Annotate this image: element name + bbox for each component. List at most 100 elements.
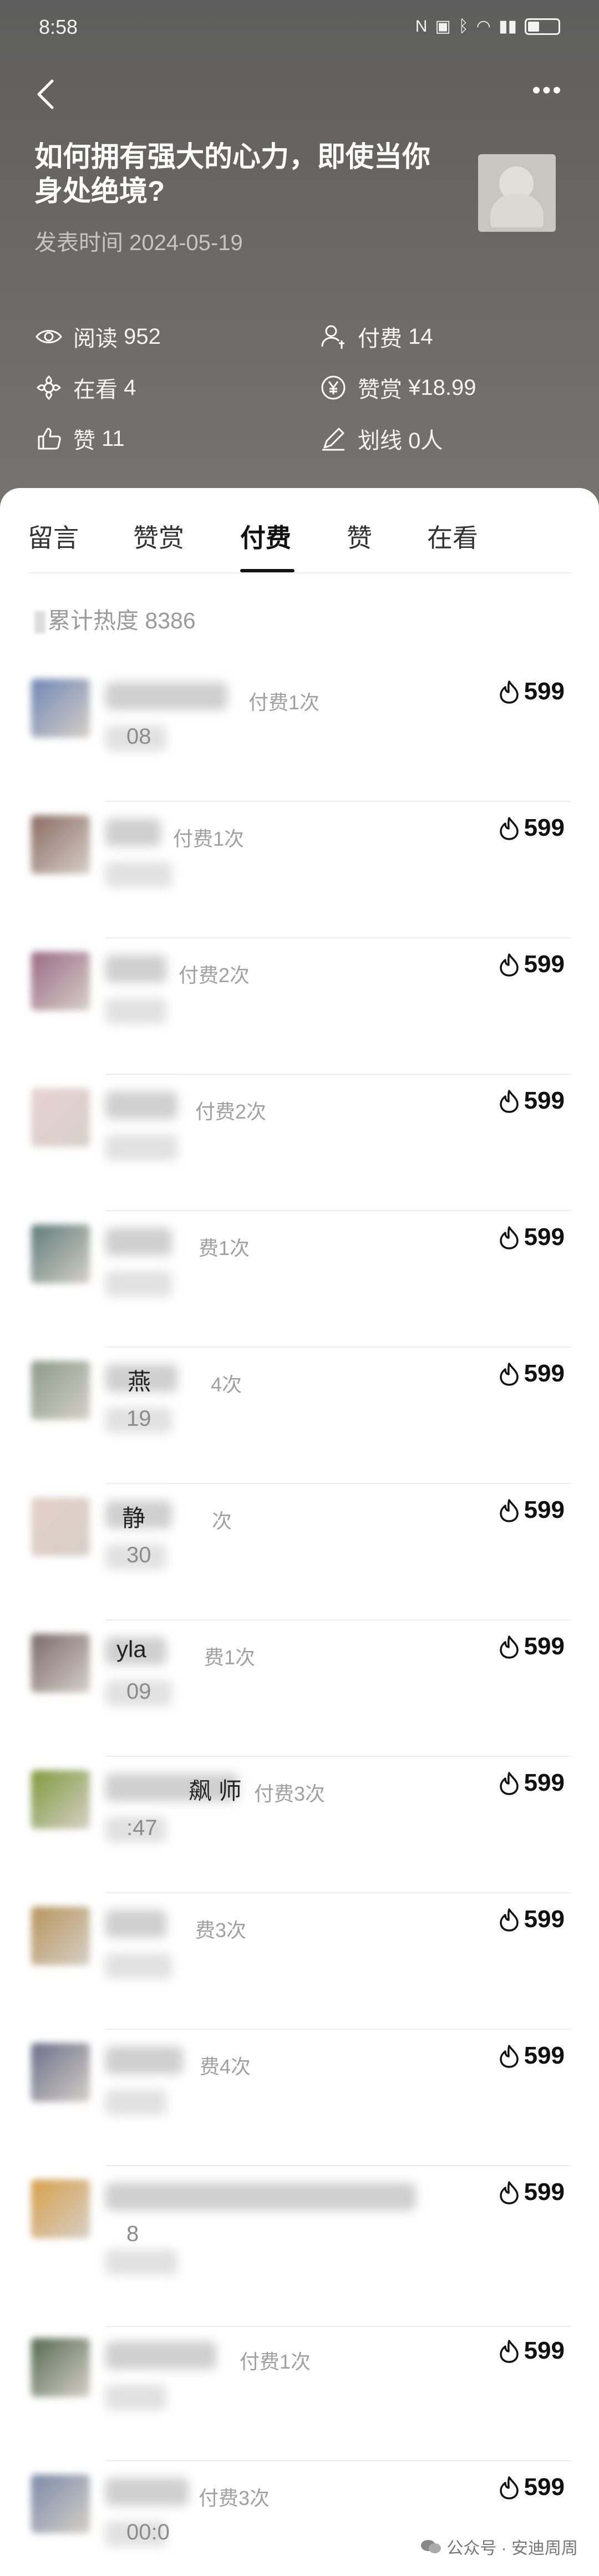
flame-icon (499, 1635, 519, 1659)
heat-score-value: 599 (524, 1769, 565, 1796)
username-fragment: 静 (122, 1505, 146, 1531)
stat-reward: 赞赏 ¥18.99 (319, 372, 476, 404)
pay-time: 19 (126, 1406, 151, 1431)
heat-score-value: 599 (524, 1633, 565, 1660)
back-icon[interactable] (32, 78, 60, 111)
avatar[interactable] (31, 2179, 90, 2238)
pay-count: 付费2次 (195, 1100, 267, 1123)
heat-score: 599 (499, 678, 565, 705)
more-icon[interactable]: ••• (529, 78, 566, 104)
avatar[interactable] (31, 1088, 90, 1147)
article-header: 8:58 N ▣ ᛒ ◠ ▮▮ ••• 如何拥有强大的心力，即使当你身处绝境? … (0, 0, 599, 516)
avatar[interactable] (31, 815, 90, 874)
pay-count: 费4次 (200, 2055, 251, 2078)
heat-score-value: 599 (524, 951, 565, 978)
list-item[interactable]: 费3次 599 (0, 1893, 599, 2030)
heat-score-value: 599 (524, 2473, 565, 2501)
pay-time: 00:0 (126, 2520, 170, 2544)
heat-score: 599 (499, 1906, 565, 1933)
blurred-username (105, 819, 161, 846)
stat-read: 阅读 952 (34, 321, 161, 353)
blurred-username (105, 1228, 172, 1256)
eye-icon (35, 330, 62, 343)
blurred-time (105, 1953, 172, 1979)
heat-score: 599 (499, 1360, 565, 1388)
blurred-username (105, 1910, 166, 1938)
vibrate-icon: ▣ (435, 17, 451, 35)
blurred-username (105, 955, 166, 983)
blurred-username (105, 682, 227, 710)
flame-icon (499, 2181, 519, 2204)
list-item[interactable]: 付费1次 599 (0, 802, 599, 938)
status-icons: N ▣ ᛒ ◠ ▮▮ (415, 17, 560, 36)
tab-likes[interactable]: 赞 (347, 518, 372, 555)
tab-divider (28, 572, 571, 573)
flame-icon (499, 2340, 519, 2363)
pay-count: 付费1次 (173, 827, 245, 850)
list-item[interactable]: 费1次 599 (0, 1211, 599, 1348)
avatar[interactable] (31, 1361, 90, 1420)
list-item[interactable]: 付费2次 599 (0, 1075, 599, 1211)
avatar[interactable] (31, 2475, 90, 2533)
flame-icon (499, 1772, 519, 1795)
stat-pay: 付费 14 (319, 321, 433, 353)
list-item[interactable]: 燕 4次 19 599 (0, 1348, 599, 1484)
avatar[interactable] (31, 952, 90, 1010)
blurred-time (105, 2090, 166, 2115)
flame-icon (499, 1090, 519, 1113)
heat-score: 599 (499, 951, 565, 978)
heat-score: 599 (499, 1223, 565, 1251)
flame-icon (499, 1908, 519, 1932)
blurred-time (105, 2249, 177, 2275)
list-item[interactable]: 费4次 599 (0, 2030, 599, 2166)
blurred-time (105, 1135, 177, 1160)
heat-score: 599 (499, 1633, 565, 1660)
article-thumbnail (478, 154, 556, 232)
flower-icon (36, 375, 62, 400)
list-item[interactable]: yla 费1次 09 599 (0, 1620, 599, 1757)
tab-paid[interactable]: 付费 (240, 518, 291, 555)
heat-score-value: 599 (524, 1360, 565, 1387)
tab-rewards[interactable]: 赞赏 (133, 518, 184, 555)
pay-count: 4次 (211, 1373, 242, 1396)
flame-icon (499, 2476, 519, 2499)
pay-count: 费3次 (195, 1919, 247, 1942)
list-item[interactable]: 付费1次 08 599 (0, 665, 599, 802)
flame-icon (499, 2045, 519, 2068)
flame-icon (499, 817, 519, 840)
avatar[interactable] (31, 2043, 90, 2102)
heat-score: 599 (499, 2178, 565, 2206)
list-item[interactable]: 付费1次 599 (0, 2325, 599, 2461)
avatar[interactable] (31, 1497, 90, 1556)
publish-time: 发表时间 2024-05-19 (34, 231, 243, 255)
heat-score-value: 599 (524, 1906, 565, 1933)
heat-score: 599 (499, 2473, 565, 2501)
status-bar: 8:58 N ▣ ᛒ ◠ ▮▮ (0, 0, 599, 55)
nfc-icon: N (415, 17, 428, 35)
stat-like: 赞 11 (34, 423, 125, 455)
heat-score: 599 (499, 814, 565, 842)
avatar[interactable] (31, 1770, 90, 1829)
avatar[interactable] (31, 1907, 90, 1965)
heat-score-value: 599 (524, 2178, 565, 2206)
heat-score: 599 (499, 1496, 565, 1524)
heat-score-value: 599 (524, 1496, 565, 1523)
blurred-time (105, 2385, 166, 2410)
avatar[interactable] (31, 1225, 90, 1283)
heat-score: 599 (499, 1087, 565, 1115)
blurred-time (105, 998, 166, 1024)
flame-icon (499, 1499, 519, 1522)
list-item[interactable]: 付费2次 599 (0, 938, 599, 1075)
heat-score-value: 599 (524, 678, 565, 705)
tab-watching[interactable]: 在看 (427, 518, 478, 555)
avatar[interactable] (31, 679, 90, 738)
heat-total: 累计热度 8386 (34, 602, 196, 635)
heat-score: 599 (499, 2042, 565, 2070)
tab-comments[interactable]: 留言 (28, 518, 79, 555)
avatar[interactable] (31, 2338, 90, 2397)
list-item[interactable]: 静 次 30 599 (0, 1484, 599, 1620)
heat-score: 599 (499, 2337, 565, 2365)
avatar[interactable] (31, 1634, 90, 1693)
list-item[interactable]: 8 599 (0, 2166, 599, 2327)
list-item[interactable]: 飙 师付费3次:47 599 (0, 1757, 599, 1893)
